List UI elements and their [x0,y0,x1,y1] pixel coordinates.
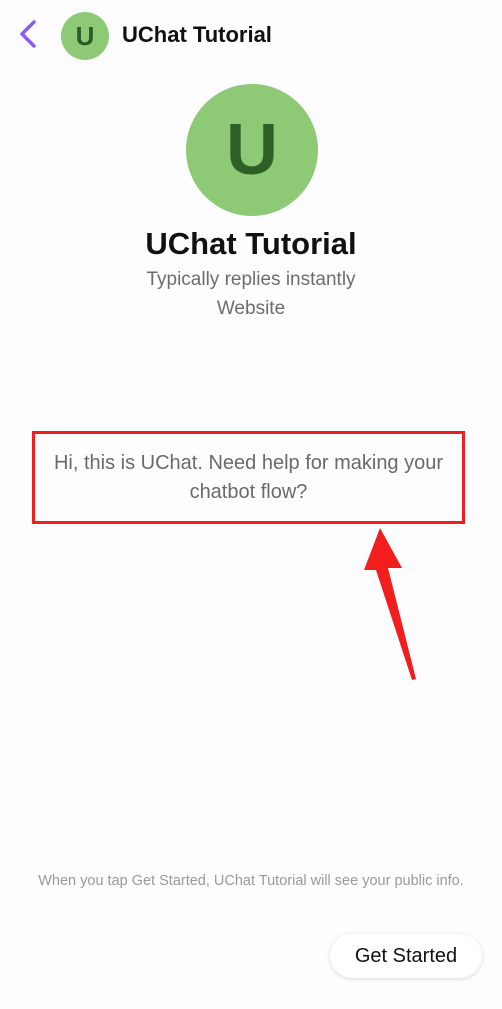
greeting-message: Hi, this is UChat. Need help for making … [53,451,444,503]
greeting-highlight-box: Hi, this is UChat. Need help for making … [32,431,465,524]
reply-time-text: Typically replies instantly [146,269,356,290]
profile-avatar: U [186,84,318,216]
header-avatar[interactable]: U [61,12,109,60]
profile-name: UChat Tutorial [145,226,357,261]
red-arrow-annotation [364,528,416,680]
header-title[interactable]: UChat Tutorial [122,22,272,48]
chat-header: U UChat Tutorial [0,0,502,70]
consent-text: When you tap Get Started, UChat Tutorial… [38,873,464,889]
chevron-left-icon [20,20,36,48]
channel-text: Website [216,298,286,319]
get-started-button[interactable]: Get Started [330,934,482,978]
back-button[interactable] [12,16,44,52]
